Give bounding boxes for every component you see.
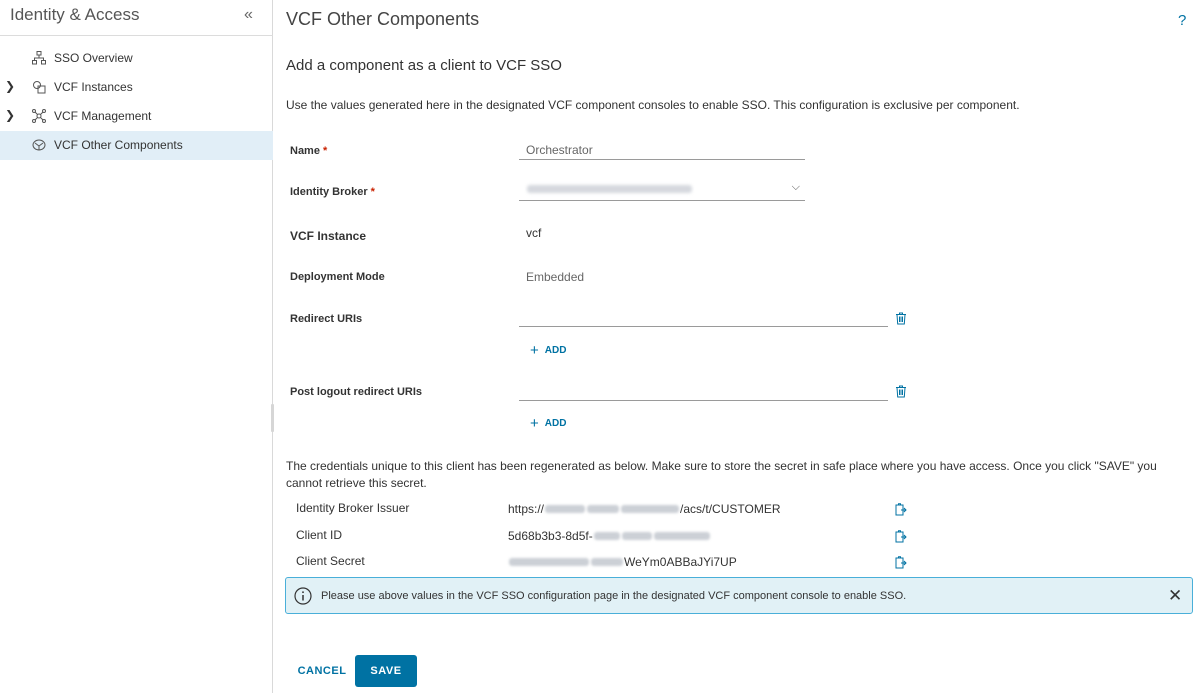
trash-icon[interactable]	[895, 312, 907, 325]
credentials-note: The credentials unique to this client ha…	[286, 459, 1157, 490]
copy-icon[interactable]	[895, 503, 907, 516]
redacted-value	[587, 505, 620, 513]
post-logout-redirect-uri-input[interactable]	[519, 381, 888, 401]
trash-icon[interactable]	[895, 385, 907, 398]
redacted-value	[545, 505, 586, 513]
redirect-uri-input[interactable]	[519, 307, 888, 327]
vcf-instance-value: vcf	[526, 226, 542, 240]
add-redirect-uri-button[interactable]: + ADD	[530, 342, 566, 359]
sidebar-item-vcf-instances[interactable]: ❯ VCF Instances	[0, 73, 273, 102]
sidebar-item-label: VCF Other Components	[54, 138, 183, 152]
client-secret-value: WeYm0ABBaJYi7UP	[508, 555, 737, 569]
form-heading: Add a component as a client to VCF SSO	[286, 57, 562, 74]
redacted-value	[653, 532, 710, 540]
save-button[interactable]: SAVE	[355, 655, 417, 687]
client-id-label: Client ID	[296, 528, 343, 542]
identity-broker-label: Identity Broker *	[290, 186, 375, 198]
required-mark: *	[322, 145, 328, 157]
name-input[interactable]	[519, 140, 805, 160]
cluster-icon	[32, 109, 46, 123]
sidebar-title: Identity & Access	[10, 5, 140, 24]
redacted-value	[591, 558, 623, 566]
identity-broker-issuer-label: Identity Broker Issuer	[296, 501, 410, 515]
vcf-instance-label: VCF Instance	[290, 229, 367, 243]
form-intro: Use the values generated here in the des…	[286, 98, 1020, 112]
chevron-down-icon: ⌵	[791, 181, 800, 193]
identity-broker-select[interactable]: ⌵	[519, 181, 805, 201]
deployment-mode-value: Embedded	[526, 270, 585, 284]
sidebar-item-label: VCF Instances	[54, 80, 133, 94]
required-mark: *	[370, 186, 375, 198]
copy-icon[interactable]	[895, 556, 907, 569]
redacted-value	[527, 185, 692, 193]
sidebar-item-label: VCF Management	[54, 109, 152, 123]
sidebar-item-vcf-management[interactable]: ❯ VCF Management	[0, 102, 273, 131]
redacted-value	[621, 505, 680, 513]
chevron-right-icon[interactable]: ❯	[5, 79, 15, 93]
page-title: VCF Other Components	[286, 9, 480, 29]
client-id-value: 5d68b3b3-8d5f-	[508, 529, 711, 543]
identity-broker-issuer-value: https:// /acs/t/CUSTOMER	[508, 502, 781, 516]
deployment-mode-label: Deployment Mode	[290, 271, 385, 283]
instances-icon	[33, 81, 46, 94]
sidebar-item-label: SSO Overview	[54, 51, 133, 65]
redacted-value	[509, 558, 589, 566]
post-logout-redirect-uris-label: Post logout redirect URIs	[290, 386, 423, 398]
plus-icon: +	[530, 342, 539, 359]
sidebar-nav: SSO Overview ❯ VCF Instances ❯ VCF Manag…	[0, 44, 273, 160]
name-label: Name *	[290, 145, 328, 157]
cancel-button[interactable]: CANCEL	[286, 656, 358, 686]
components-icon	[32, 139, 46, 151]
sidebar-item-sso-overview[interactable]: SSO Overview	[0, 44, 273, 73]
sidebar-header: Identity & Access «	[0, 0, 273, 36]
sidebar-item-vcf-other-components[interactable]: VCF Other Components	[0, 131, 273, 160]
info-icon	[294, 587, 312, 605]
redacted-value	[593, 532, 620, 540]
close-icon[interactable]: ✕	[1168, 586, 1182, 606]
info-alert: Please use above values in the VCF SSO c…	[285, 577, 1193, 614]
main-content: VCF Other Components ? Add a component a…	[274, 0, 1199, 693]
sitemap-icon	[32, 51, 46, 65]
redirect-uris-label: Redirect URIs	[290, 313, 363, 325]
alert-text: Please use above values in the VCF SSO c…	[321, 590, 907, 602]
copy-icon[interactable]	[895, 530, 907, 543]
plus-icon: +	[530, 415, 539, 432]
sidebar: Identity & Access « SSO Overview ❯ VCF I…	[0, 0, 273, 693]
double-chevron-left-icon[interactable]: «	[244, 6, 253, 24]
add-post-logout-uri-button[interactable]: + ADD	[530, 415, 566, 432]
redacted-value	[621, 532, 652, 540]
chevron-right-icon[interactable]: ❯	[5, 108, 15, 122]
help-icon[interactable]: ?	[1178, 12, 1186, 29]
client-secret-label: Client Secret	[296, 554, 365, 568]
